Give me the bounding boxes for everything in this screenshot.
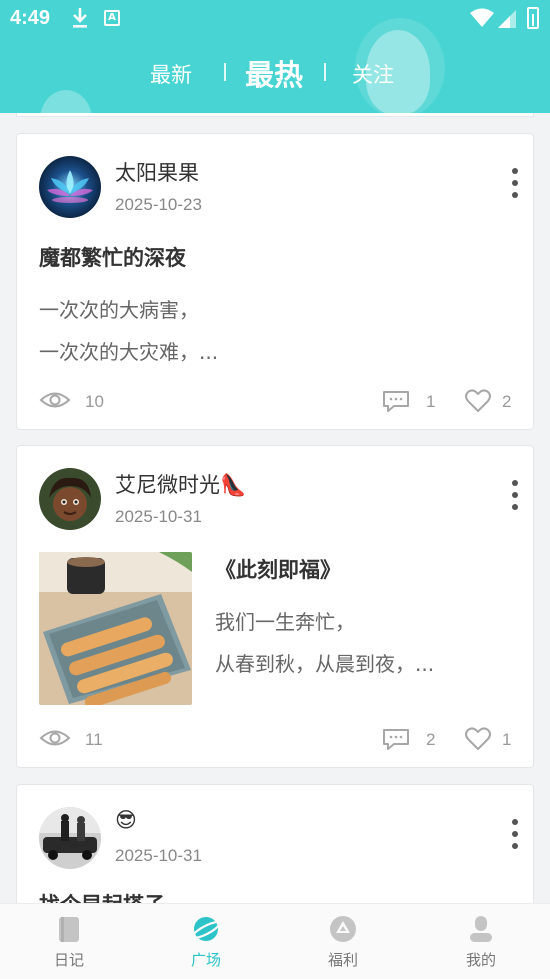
post-title[interactable]: 找个早起搭子 <box>39 889 165 903</box>
post-stats: 11 2 1 <box>17 725 535 755</box>
post-title[interactable]: 《此刻即福》 <box>215 554 341 584</box>
nav-item-square[interactable]: 广场 <box>166 914 246 970</box>
diary-icon <box>54 914 84 944</box>
battery-icon <box>527 7 539 29</box>
post-feed[interactable]: 太阳果果 2025-10-23 魔都繁忙的深夜 一次次的大病害， 一次次的大灾难… <box>0 113 550 903</box>
download-icon <box>73 8 87 28</box>
nav-item-diary[interactable]: 日记 <box>29 914 109 970</box>
eye-icon <box>39 392 71 408</box>
status-bar: 4:49 A <box>0 0 550 38</box>
wifi-icon <box>470 8 494 27</box>
nav-item-welfare[interactable]: 福利 <box>303 914 383 970</box>
post-card[interactable]: 艾尼微时光👠 2025-10-31 《此刻即福》 我们一生奔忙， 从春到秋，从晨… <box>16 445 534 768</box>
comment-count: 2 <box>426 730 436 749</box>
nav-label: 广场 <box>190 951 221 969</box>
car-photo-avatar-image <box>39 807 101 869</box>
view-count: 11 <box>85 730 103 749</box>
heart-icon[interactable] <box>465 389 491 413</box>
post-excerpt[interactable]: 我们一生奔忙， 从春到秋，从晨到夜，... <box>215 601 434 685</box>
excerpt-line: 一次次的大灾难，... <box>39 340 219 364</box>
post-date: 2025-10-23 <box>115 195 202 214</box>
post-stats: 10 1 2 <box>17 387 535 417</box>
post-title[interactable]: 魔都繁忙的深夜 <box>39 242 186 272</box>
post-thumbnail[interactable] <box>39 552 192 705</box>
avatar[interactable] <box>39 807 101 869</box>
post-date: 2025-10-31 <box>115 507 202 526</box>
planet-icon <box>191 914 221 944</box>
profile-icon <box>466 914 496 944</box>
app-badge-icon: A <box>104 10 120 26</box>
nav-label: 日记 <box>53 951 84 969</box>
feed-tabs: 最新 最热 关注 <box>0 50 550 96</box>
signal-icon <box>498 10 516 28</box>
author-name[interactable]: 艾尼微时光👠 <box>115 469 246 499</box>
post-card[interactable]: 太阳果果 2025-10-23 魔都繁忙的深夜 一次次的大病害， 一次次的大灾难… <box>16 133 534 430</box>
lotus-avatar-image <box>39 156 101 218</box>
more-options-icon[interactable] <box>507 819 523 859</box>
avatar[interactable] <box>39 468 101 530</box>
heart-icon[interactable] <box>465 727 491 751</box>
view-count: 10 <box>85 392 104 411</box>
previous-card-edge <box>16 113 534 117</box>
portrait-avatar-image <box>39 468 101 530</box>
excerpt-line: 我们一生奔忙， <box>215 610 355 634</box>
excerpt-line: 从春到秋，从晨到夜，... <box>215 652 435 676</box>
comment-icon[interactable] <box>382 727 410 751</box>
post-excerpt[interactable]: 一次次的大病害， 一次次的大灾难，... <box>39 289 218 373</box>
tab-following[interactable]: 关注 <box>352 59 394 89</box>
eye-icon <box>39 730 71 746</box>
comment-icon[interactable] <box>382 389 410 413</box>
nav-label: 福利 <box>327 951 358 969</box>
header: 4:49 A 最新 最热 关注 <box>0 0 550 113</box>
comment-count: 1 <box>426 392 436 411</box>
post-card[interactable]: 😎 2025-10-31 找个早起搭子 <box>16 784 534 903</box>
welfare-icon <box>328 914 358 944</box>
nav-item-mine[interactable]: 我的 <box>441 914 521 970</box>
author-name[interactable]: 😎 <box>115 808 137 832</box>
like-count: 1 <box>502 730 512 749</box>
tab-divider <box>324 63 326 81</box>
food-photo-image <box>39 552 192 705</box>
author-name[interactable]: 太阳果果 <box>115 157 199 187</box>
nav-label: 我的 <box>465 951 496 969</box>
tab-hottest[interactable]: 最热 <box>245 52 303 94</box>
avatar[interactable] <box>39 156 101 218</box>
tab-divider <box>224 63 226 81</box>
bottom-nav: 日记 广场 福利 我的 <box>0 903 550 979</box>
more-options-icon[interactable] <box>507 480 523 520</box>
like-count: 2 <box>502 392 512 411</box>
tab-latest[interactable]: 最新 <box>150 59 192 89</box>
post-date: 2025-10-31 <box>115 846 202 865</box>
status-time: 4:49 <box>10 7 51 29</box>
more-options-icon[interactable] <box>507 168 523 208</box>
excerpt-line: 一次次的大病害， <box>39 298 199 322</box>
